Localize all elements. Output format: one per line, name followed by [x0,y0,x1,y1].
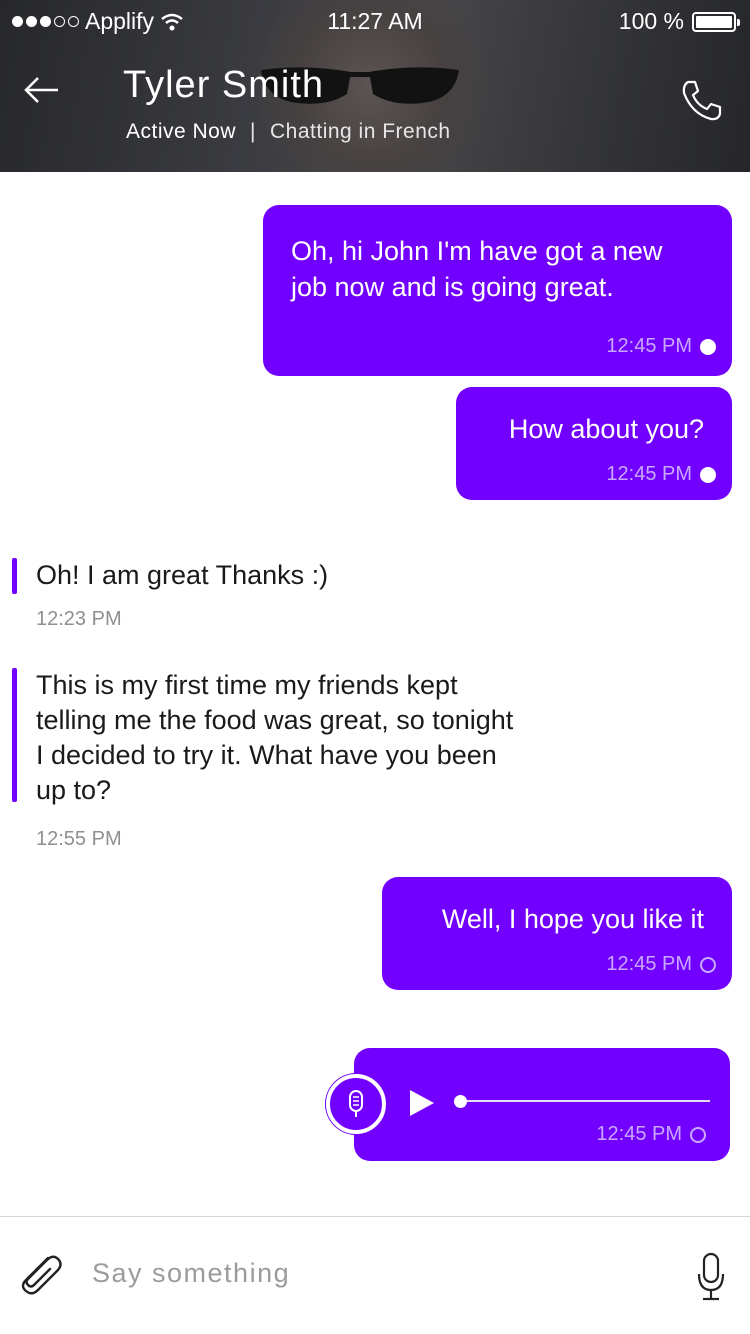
message-time: 12:23 PM [36,608,122,630]
microphone-icon[interactable] [696,1252,726,1302]
status-bar: Applify 11:27 AM 100 % [0,0,750,42]
message-time: 12:45 PM [596,1123,682,1145]
phone-icon[interactable] [678,76,726,124]
play-icon[interactable] [410,1090,434,1116]
read-receipt-icon [700,338,716,355]
message-meta: 12:45 PM [606,953,716,976]
chat-header: Applify 11:27 AM 100 % Tyler Smith Activ… [0,0,750,172]
voice-progress-knob[interactable] [454,1095,467,1108]
microphone-icon [349,1090,363,1117]
message-meta: 12:45 PM [606,463,716,486]
composer-divider [0,1216,750,1217]
status-right: 100 % [618,8,740,35]
voice-mic-badge [326,1074,386,1134]
contact-subtitle: Active Now | Chatting in French [126,120,451,144]
message-text-line: This is my first time my friends kept [36,670,458,700]
message-text-line: telling me the food was great, so tonigh… [36,705,514,735]
battery-icon [692,11,740,32]
incoming-accent-bar [12,668,17,802]
message-text: How about you? [508,414,704,444]
message-time: 12:45 PM [606,953,692,975]
back-arrow-icon[interactable] [22,70,62,110]
read-receipt-icon [700,466,716,483]
incoming-message[interactable]: This is my first time my friends kept te… [12,668,632,858]
message-meta: 12:45 PM [596,1123,706,1146]
incoming-message[interactable]: Oh! I am great Thanks :) 12:23 PM [12,558,612,638]
message-text-line: job now and is going great. [291,272,614,302]
outgoing-message[interactable]: Well, I hope you like it 12:45 PM [382,877,732,990]
active-status: Active Now [126,120,237,143]
sent-receipt-icon [690,1126,706,1143]
message-text: Oh! I am great Thanks :) [36,560,329,590]
message-text-line: Oh, hi John I'm have got a new [291,236,663,266]
message-time: 12:45 PM [606,463,692,485]
sent-receipt-icon [700,956,716,973]
chat-language: Chatting in French [270,120,451,143]
message-text-line: I decided to try it. What have you been [36,740,497,770]
paperclip-icon[interactable] [14,1250,64,1296]
outgoing-message[interactable]: How about you? 12:45 PM [456,387,732,500]
message-meta: 12:45 PM [606,335,716,358]
battery-percent: 100 % [618,8,684,34]
subtitle-separator: | [250,120,256,143]
incoming-accent-bar [12,558,17,594]
message-text: Well, I hope you like it [441,904,704,934]
outgoing-message[interactable]: Oh, hi John I'm have got a new job now a… [263,205,732,376]
message-time: 12:55 PM [36,828,122,850]
message-time: 12:45 PM [606,335,692,357]
contact-name[interactable]: Tyler Smith [123,64,324,107]
message-text-line: up to? [36,775,112,805]
voice-progress-track[interactable] [455,1100,710,1102]
message-input[interactable] [92,1252,652,1294]
